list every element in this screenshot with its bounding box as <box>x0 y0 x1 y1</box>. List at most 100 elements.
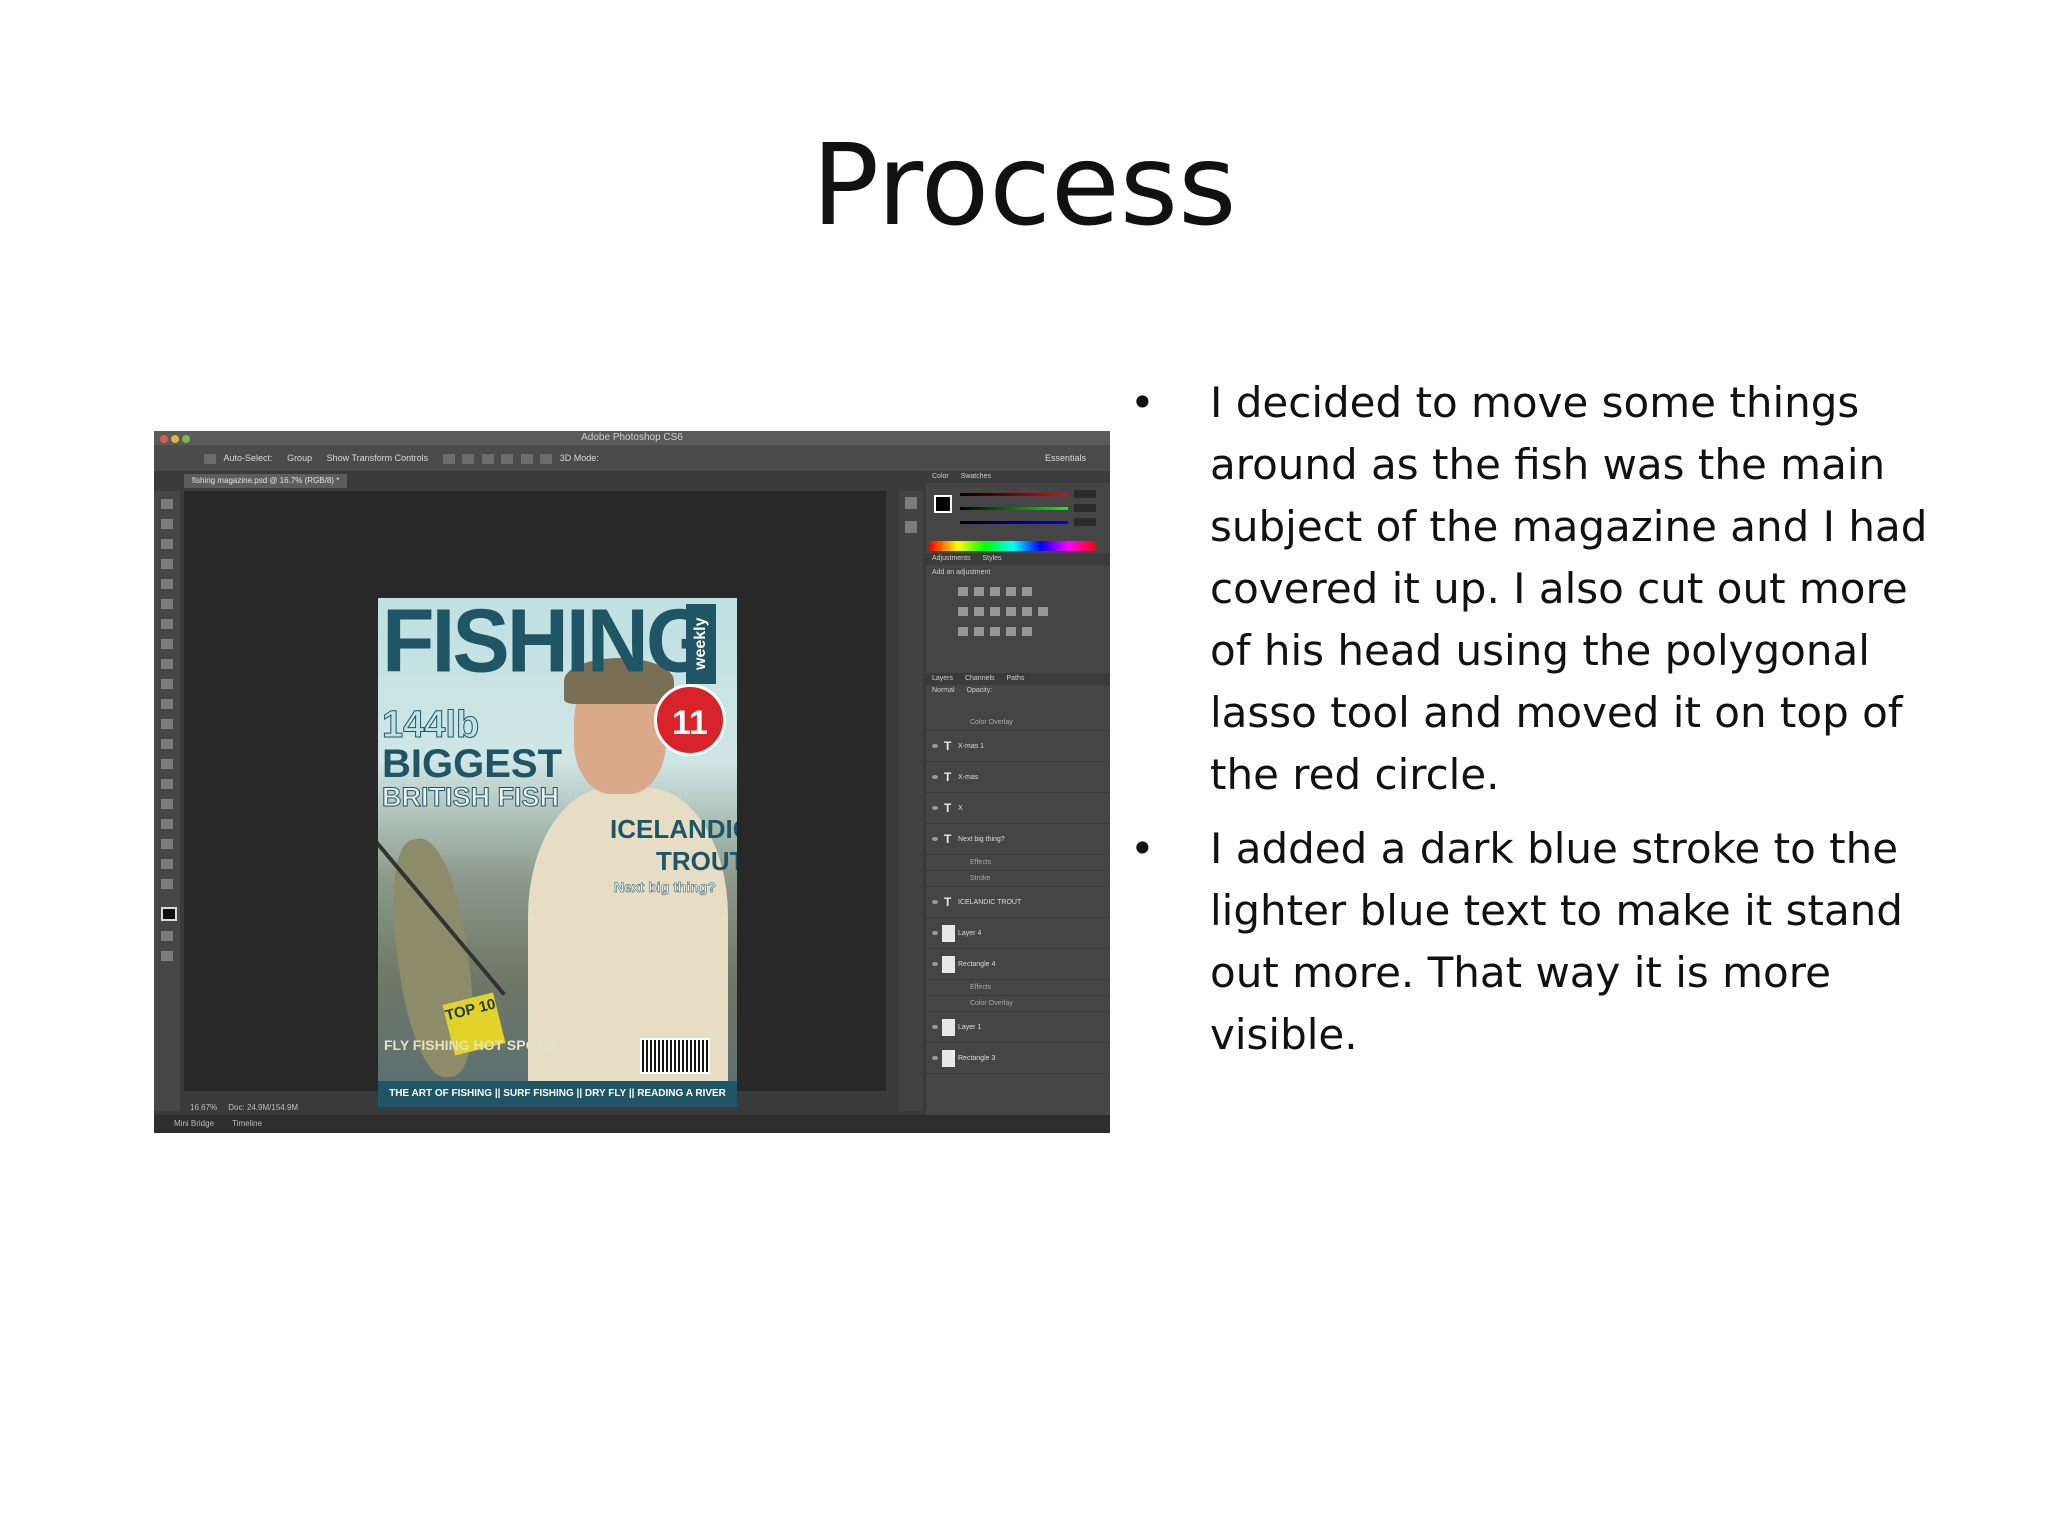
move-tool-icon <box>161 499 173 509</box>
slide-title: Process <box>811 121 1237 251</box>
layer-row: T Next big thing? <box>926 824 1110 855</box>
magazine-cover: FISHING weekly 11 144lb BIGGEST BRITISH … <box>378 598 737 1107</box>
shape-tool-icon <box>161 839 173 849</box>
layer-name: Stroke <box>970 875 991 882</box>
marquee-tool-icon <box>161 519 173 529</box>
blur-tool-icon <box>161 739 173 749</box>
red-value-box <box>1074 490 1096 498</box>
adjust-icons-row-3 <box>958 627 1068 637</box>
ps-doc-size: Doc: 24.9M/154.9M <box>228 1103 299 1112</box>
color-spectrum <box>930 541 1096 551</box>
layer-name: Next big thing? <box>958 836 1005 843</box>
layers-panel-tabs: Layers Channels Paths <box>926 673 1110 685</box>
distribute-icon <box>520 453 533 464</box>
dodge-tool-icon <box>161 759 173 769</box>
red-slider <box>960 493 1068 496</box>
path-select-tool-icon <box>161 819 173 829</box>
layer-thumbnail <box>942 925 955 942</box>
tab-paths: Paths <box>1006 675 1025 682</box>
tab-mini-bridge: Mini Bridge <box>174 1119 215 1128</box>
type-layer-icon: T <box>944 739 952 753</box>
layer-row: Rectangle 3 <box>926 1043 1110 1074</box>
ps-canvas-area: FISHING weekly 11 144lb BIGGEST BRITISH … <box>184 491 886 1107</box>
adjust-icons-row-2 <box>958 607 1068 617</box>
align-icon <box>442 453 455 464</box>
ps-bottom-bar: Mini Bridge Timeline <box>154 1115 1110 1133</box>
distribute-icon <box>501 453 514 464</box>
layer-name: Color Overlay <box>970 1000 1013 1007</box>
visibility-eye-icon <box>932 806 938 810</box>
layer-name: Effects <box>970 859 992 866</box>
stamp-tool-icon <box>161 659 173 669</box>
zoom-tool-icon <box>161 879 173 889</box>
ps-titlebar: Adobe Photoshop CS6 <box>154 431 1110 445</box>
color-panel <box>926 483 1110 553</box>
bullet-item: • I decided to move some things around a… <box>1130 372 1960 806</box>
layer-name: X-mas 1 <box>958 743 985 750</box>
adjustments-panel: Add an adjustment <box>926 565 1110 673</box>
distribute-icon <box>540 453 553 464</box>
blue-value-box <box>1074 518 1096 526</box>
quick-mask-icon <box>161 931 173 941</box>
bullet-dot: • <box>1130 824 1155 873</box>
ps-right-panels: Color Swatches Adjustments Styles Add an… <box>926 471 1110 1115</box>
crop-tool-icon <box>161 579 173 589</box>
cover-headline-british-fish: BRITISH FISH <box>381 782 560 812</box>
tab-channels: Channels <box>964 675 995 682</box>
layer-row: TX <box>926 793 1110 824</box>
history-brush-icon <box>161 679 173 689</box>
layer-name: Layer 4 <box>958 930 982 937</box>
ps-options-bar: Auto-Select: Group Show Transform Contro… <box>154 445 1110 471</box>
foreground-color-icon <box>161 907 177 921</box>
bullet-text: I decided to move some things around as … <box>1210 378 1928 799</box>
tab-layers: Layers <box>932 675 954 682</box>
layer-opacity-label: Opacity: <box>966 687 993 694</box>
align-icon <box>462 453 475 464</box>
layer-blend-mode: Normal <box>932 687 955 694</box>
color-swatch <box>934 495 952 513</box>
visibility-eye-icon <box>932 962 938 966</box>
layer-thumbnail <box>942 1019 955 1036</box>
layer-row: Color Overlay <box>926 715 1110 731</box>
ps-option-3d-mode: 3D Mode: <box>559 453 599 463</box>
layer-row: T ICELANDIC TROUT <box>926 887 1110 918</box>
tab-color: Color <box>932 473 949 480</box>
type-layer-icon: T <box>944 832 952 846</box>
green-slider <box>960 507 1068 510</box>
layer-name: X-mas <box>958 774 979 781</box>
pen-tool-icon <box>161 779 173 789</box>
tab-styles: Styles <box>982 555 1002 562</box>
ps-workspace-switcher: Essentials <box>1044 453 1086 463</box>
ps-option-transform: Show Transform Controls <box>326 453 429 463</box>
cover-headline-biggest: BIGGEST <box>382 742 563 786</box>
type-layer-icon: T <box>944 801 952 815</box>
ps-app-title: Adobe Photoshop CS6 <box>581 432 683 443</box>
cover-red-badge: 11 <box>654 684 726 756</box>
bullet-text: I added a dark blue stroke to the lighte… <box>1210 824 1903 1059</box>
type-layer-icon: T <box>944 895 952 909</box>
bullet-dot: • <box>1130 378 1155 427</box>
layer-name: Rectangle 3 <box>958 1055 996 1062</box>
blue-slider <box>960 521 1068 524</box>
type-layer-icon: T <box>944 770 952 784</box>
cover-headline-icelandic: ICELANDIC <box>610 814 737 844</box>
eraser-tool-icon <box>161 699 173 709</box>
eyedropper-tool-icon <box>161 599 173 609</box>
visibility-eye-icon <box>932 1025 938 1029</box>
cover-masthead: FISHING <box>382 598 713 692</box>
cover-weekly: weekly <box>686 604 716 684</box>
history-icon <box>905 497 917 509</box>
layers-list: Color Overlay T X-mas 1 T X-mas T X T Next big t… <box>926 715 1110 1074</box>
layer-thumbnail <box>942 1050 955 1067</box>
cover-barcode <box>640 1038 710 1074</box>
type-tool-icon <box>161 799 173 809</box>
ps-zoom-readout: 16.67% <box>190 1103 218 1112</box>
layer-row: Stroke <box>926 871 1110 887</box>
properties-icon <box>905 521 917 533</box>
adjust-title: Add an adjustment <box>932 569 991 576</box>
layer-row: Rectangle 4 <box>926 949 1110 980</box>
visibility-eye-icon <box>932 837 938 841</box>
move-tool-icon <box>204 453 216 464</box>
layer-name: ICELANDIC TROUT <box>958 899 1022 906</box>
visibility-eye-icon <box>932 900 938 904</box>
